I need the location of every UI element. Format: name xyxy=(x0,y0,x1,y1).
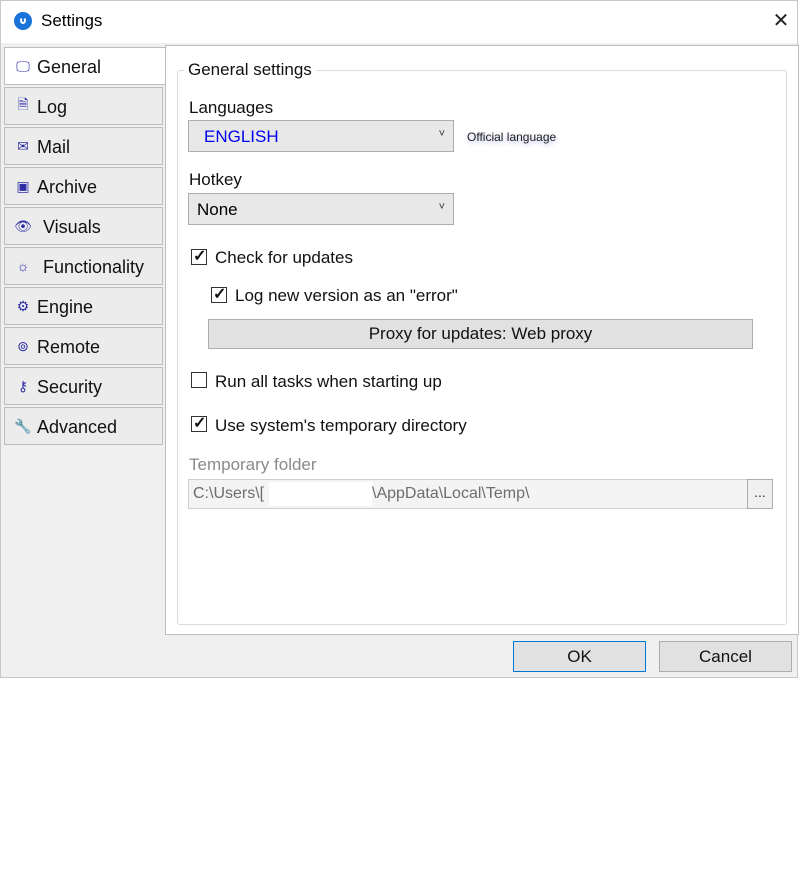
hotkey-label: Hotkey xyxy=(189,170,242,189)
tab-mail[interactable]: ✉ Mail xyxy=(4,127,163,165)
tab-engine[interactable]: ⚙ Engine xyxy=(4,287,163,325)
title-bar: Settings ✕ xyxy=(1,1,797,43)
temp-path-suffix: \AppData\Local\Temp\ xyxy=(372,485,530,502)
tab-label: Log xyxy=(37,97,68,117)
log-new-version-checkbox[interactable]: ✓ xyxy=(211,286,227,303)
wrench-icon: 🔧 xyxy=(14,417,32,434)
key-icon: ⚷ xyxy=(17,377,29,394)
check-updates-label: Check for updates xyxy=(215,248,353,267)
monitor-icon: 🖵 xyxy=(16,57,30,74)
ok-button[interactable]: OK xyxy=(513,641,646,672)
envelope-icon: ✉ xyxy=(17,137,29,154)
proxy-for-updates-button[interactable]: Proxy for updates: Web proxy xyxy=(208,319,753,349)
lightbulb-icon: ☼ xyxy=(16,258,30,274)
tab-label: Functionality xyxy=(43,257,145,277)
log-new-version-label: Log new version as an "error" xyxy=(235,286,458,305)
antenna-icon: ⊚ xyxy=(17,337,29,354)
tab-archive[interactable]: ▣ Archive xyxy=(4,167,163,205)
hotkey-dropdown[interactable]: None ˅ xyxy=(188,193,454,225)
temp-path-prefix: C:\Users\[ xyxy=(193,485,265,502)
cancel-button[interactable]: Cancel xyxy=(659,641,792,672)
tab-general[interactable]: 🖵 General xyxy=(4,47,166,85)
tab-advanced[interactable]: 🔧 Advanced xyxy=(4,407,163,445)
language-value: ENGLISH xyxy=(204,127,279,146)
redacted-username xyxy=(269,482,372,506)
close-button[interactable]: ✕ xyxy=(767,7,795,35)
checkmark-icon: ✓ xyxy=(193,415,207,432)
tab-label: Archive xyxy=(37,177,98,197)
window-title: Settings xyxy=(41,11,103,30)
document-icon: 🗎 xyxy=(17,96,29,112)
group-title: General settings xyxy=(184,60,316,80)
language-dropdown[interactable]: ENGLISH ˅ xyxy=(188,120,454,152)
use-temp-dir-label: Use system's temporary directory xyxy=(215,416,467,435)
browse-folder-button[interactable]: ... xyxy=(747,479,773,509)
tab-log[interactable]: 🗎 Log xyxy=(4,87,163,125)
run-tasks-label: Run all tasks when starting up xyxy=(215,372,442,391)
tab-label: Security xyxy=(37,377,103,397)
chevron-down-icon: ˅ xyxy=(438,128,445,140)
tab-label: General xyxy=(37,57,102,77)
tab-visuals[interactable]: 👁 Visuals xyxy=(4,207,163,245)
languages-label: Languages xyxy=(189,98,274,117)
chevron-down-icon: ˅ xyxy=(438,201,445,213)
use-temp-dir-checkbox[interactable]: ✓ xyxy=(191,415,207,432)
check-updates-checkbox[interactable]: ✓ xyxy=(191,248,207,265)
tab-label: Mail xyxy=(37,137,71,157)
gears-icon: ⚙ xyxy=(16,297,30,314)
eye-icon: 👁 xyxy=(14,217,32,234)
tab-security[interactable]: ⚷ Security xyxy=(4,367,163,405)
temporary-folder-input[interactable]: C:\Users\[ \AppData\Local\Temp\ xyxy=(188,479,748,509)
tab-remote[interactable]: ⊚ Remote xyxy=(4,327,163,365)
hotkey-value: None xyxy=(197,200,238,219)
checkmark-icon: ✓ xyxy=(213,286,227,303)
tab-functionality[interactable]: ☼ Functionality xyxy=(4,247,163,285)
official-language-note: Official language xyxy=(467,130,557,144)
temporary-folder-label: Temporary folder xyxy=(189,455,317,474)
tab-label: Engine xyxy=(37,297,94,317)
tab-label: Advanced xyxy=(37,417,118,437)
tab-label: Remote xyxy=(37,337,101,357)
archive-box-icon: ▣ xyxy=(16,177,30,194)
app-logo-icon xyxy=(14,12,32,30)
run-tasks-checkbox[interactable] xyxy=(191,372,207,388)
checkmark-icon: ✓ xyxy=(193,248,207,265)
tab-label: Visuals xyxy=(43,217,101,237)
